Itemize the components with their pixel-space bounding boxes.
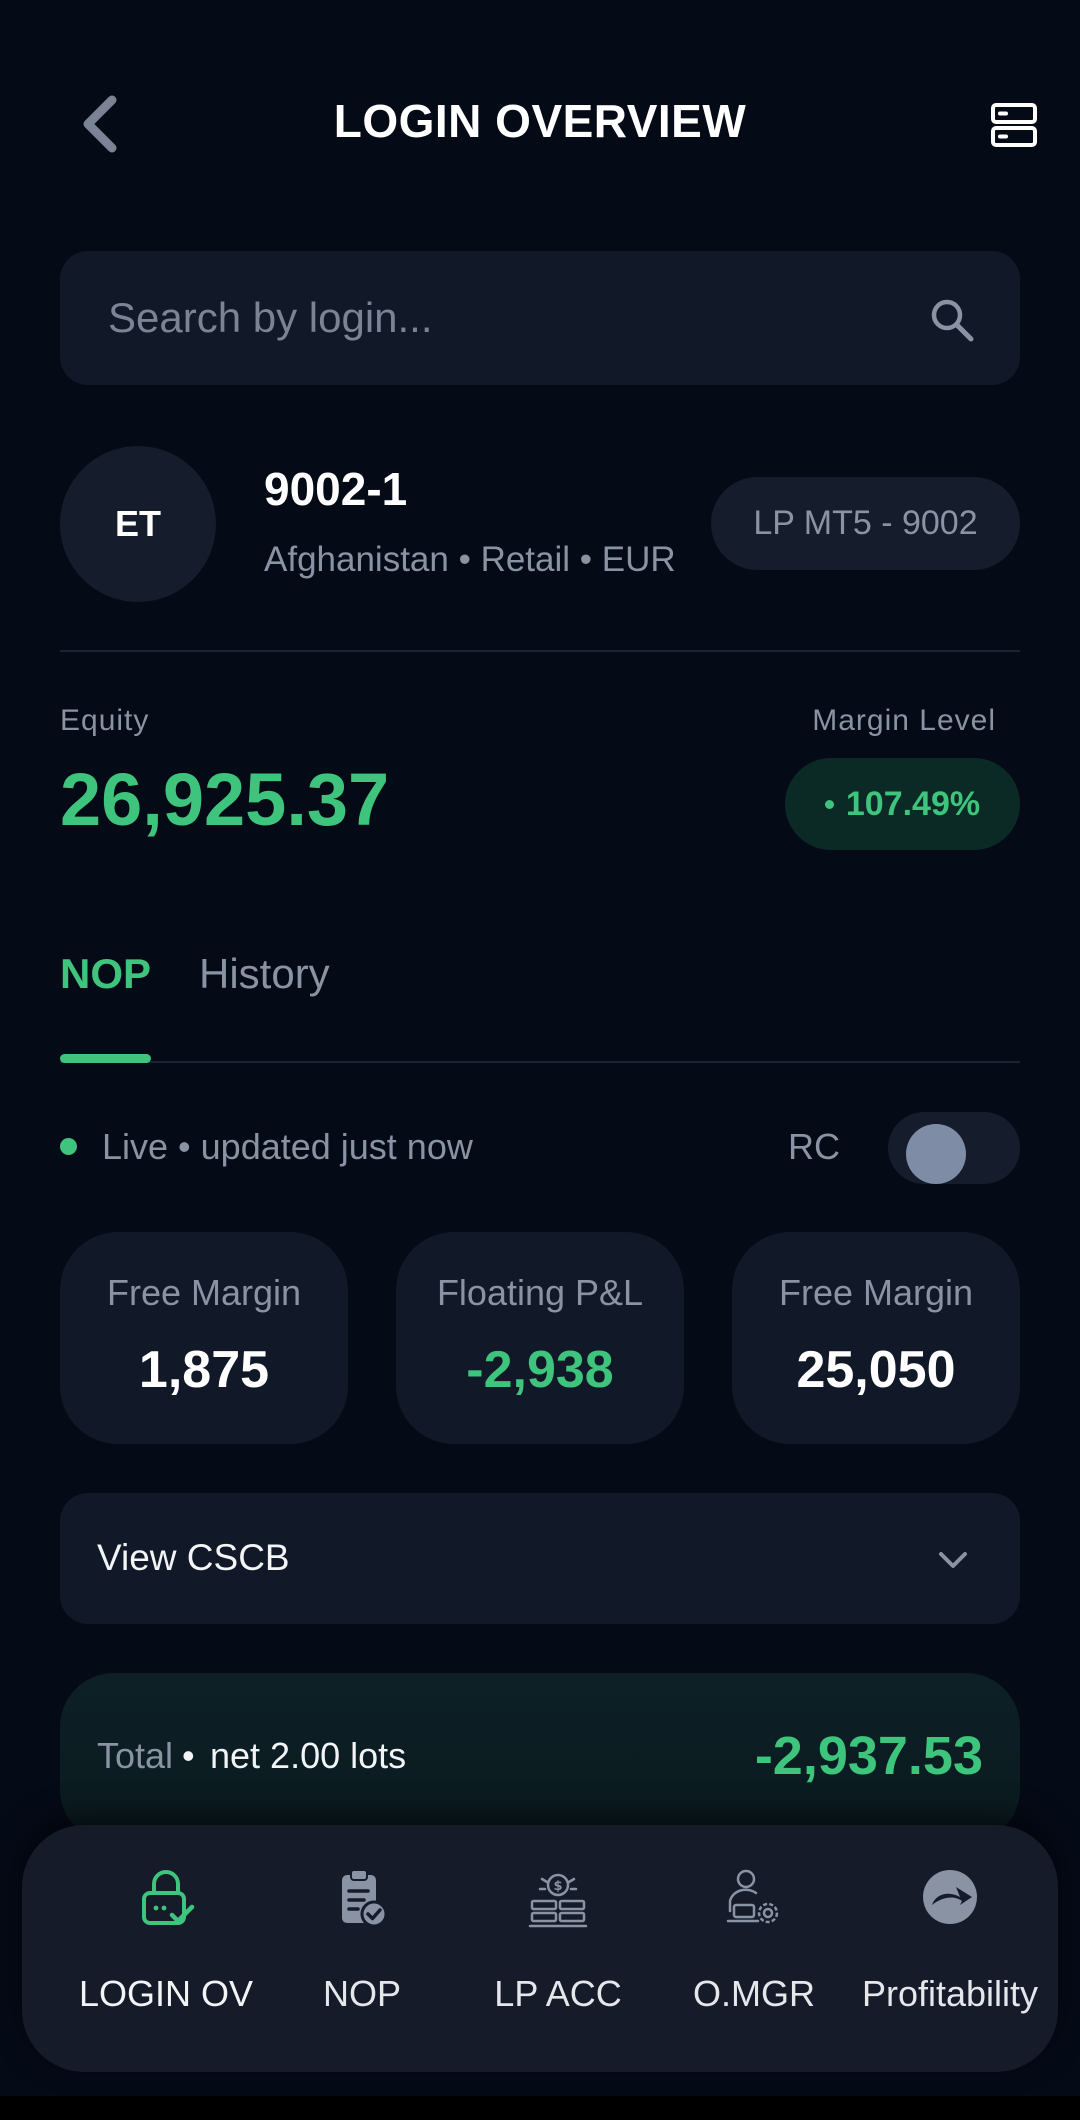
rc-toggle[interactable] — [888, 1112, 1020, 1184]
total-value: -2,937.53 — [754, 1726, 983, 1786]
chevron-down-icon — [939, 1552, 967, 1568]
total-separator: • — [182, 1735, 195, 1776]
tab-active-indicator — [60, 1054, 151, 1063]
tab-divider — [60, 1061, 1020, 1063]
server-list-icon — [991, 103, 1037, 147]
nav-item-nop[interactable]: NOP — [262, 1825, 462, 2072]
money-stack-icon: $ — [528, 1873, 588, 1928]
view-cscb-dropdown[interactable]: View CSCB — [60, 1493, 1020, 1624]
stat-value: -2,938 — [466, 1341, 614, 1399]
toggle-knob — [906, 1124, 966, 1184]
account-meta: Afghanistan • Retail • EUR — [264, 540, 676, 579]
bottom-navigation: LOGIN OV NOP $ LP ACC O.MGR Profitabilit… — [22, 1825, 1058, 2072]
margin-level-badge: 107.49% — [785, 758, 1020, 850]
search-input[interactable] — [108, 251, 908, 385]
margin-level-value: 107.49% — [845, 784, 981, 823]
profitability-logo-icon — [923, 1870, 977, 1924]
lock-check-icon — [142, 1870, 195, 1925]
account-login: 9002-1 — [264, 463, 408, 515]
stat-value: 25,050 — [796, 1341, 956, 1399]
tab-nop[interactable]: NOP — [60, 950, 151, 998]
search-icon[interactable] — [928, 296, 976, 344]
nav-label: Profitability — [861, 1973, 1039, 2014]
search-bar — [60, 251, 1020, 385]
stat-value: 1,875 — [138, 1341, 270, 1399]
user-gear-icon — [726, 1869, 779, 1924]
svg-text:$: $ — [553, 1879, 562, 1894]
rc-label: RC — [788, 1126, 840, 1167]
cscb-label: View CSCB — [97, 1537, 290, 1578]
stat-label: Floating P&L — [436, 1272, 644, 1313]
stat-card-free-margin-2: Free Margin 25,050 — [732, 1232, 1020, 1444]
tab-history[interactable]: History — [199, 950, 330, 998]
lp-tag-badge: LP MT5 - 9002 — [711, 477, 1020, 570]
login-overview-screen: LOGIN OVERVIEW ET 9002-1 Afghanistan • R… — [0, 0, 1080, 2096]
system-bar — [0, 2096, 1080, 2120]
nav-item-profitability[interactable]: Profitability — [850, 1825, 1050, 2072]
divider — [60, 650, 1020, 652]
app-header: LOGIN OVERVIEW — [0, 70, 1080, 174]
total-lots: net 2.00 lots — [210, 1735, 407, 1776]
total-label: Total — [97, 1735, 174, 1776]
stat-card-free-margin: Free Margin 1,875 — [60, 1232, 348, 1444]
stat-label: Free Margin — [106, 1272, 302, 1313]
status-dot — [824, 799, 834, 809]
nav-item-login-ov[interactable]: LOGIN OV — [66, 1825, 266, 2072]
clipboard-check-icon — [342, 1869, 388, 1928]
total-summary: Total • net 2.00 lots -2,937.53 — [60, 1673, 1020, 1843]
equity-label: Equity — [60, 704, 150, 737]
avatar: ET — [60, 446, 216, 602]
live-indicator-dot — [60, 1138, 77, 1155]
margin-level-label: Margin Level — [812, 704, 996, 737]
nav-item-lp-acc[interactable]: $ LP ACC — [458, 1825, 658, 2072]
stat-card-floating-pl: Floating P&L -2,938 — [396, 1232, 684, 1444]
nav-item-o-mgr[interactable]: O.MGR — [654, 1825, 854, 2072]
menu-button[interactable] — [990, 101, 1038, 149]
equity-value: 26,925.37 — [60, 758, 390, 841]
live-status-text: Live • updated just now — [102, 1126, 473, 1167]
stat-label: Free Margin — [778, 1272, 974, 1313]
page-title: LOGIN OVERVIEW — [333, 95, 747, 147]
